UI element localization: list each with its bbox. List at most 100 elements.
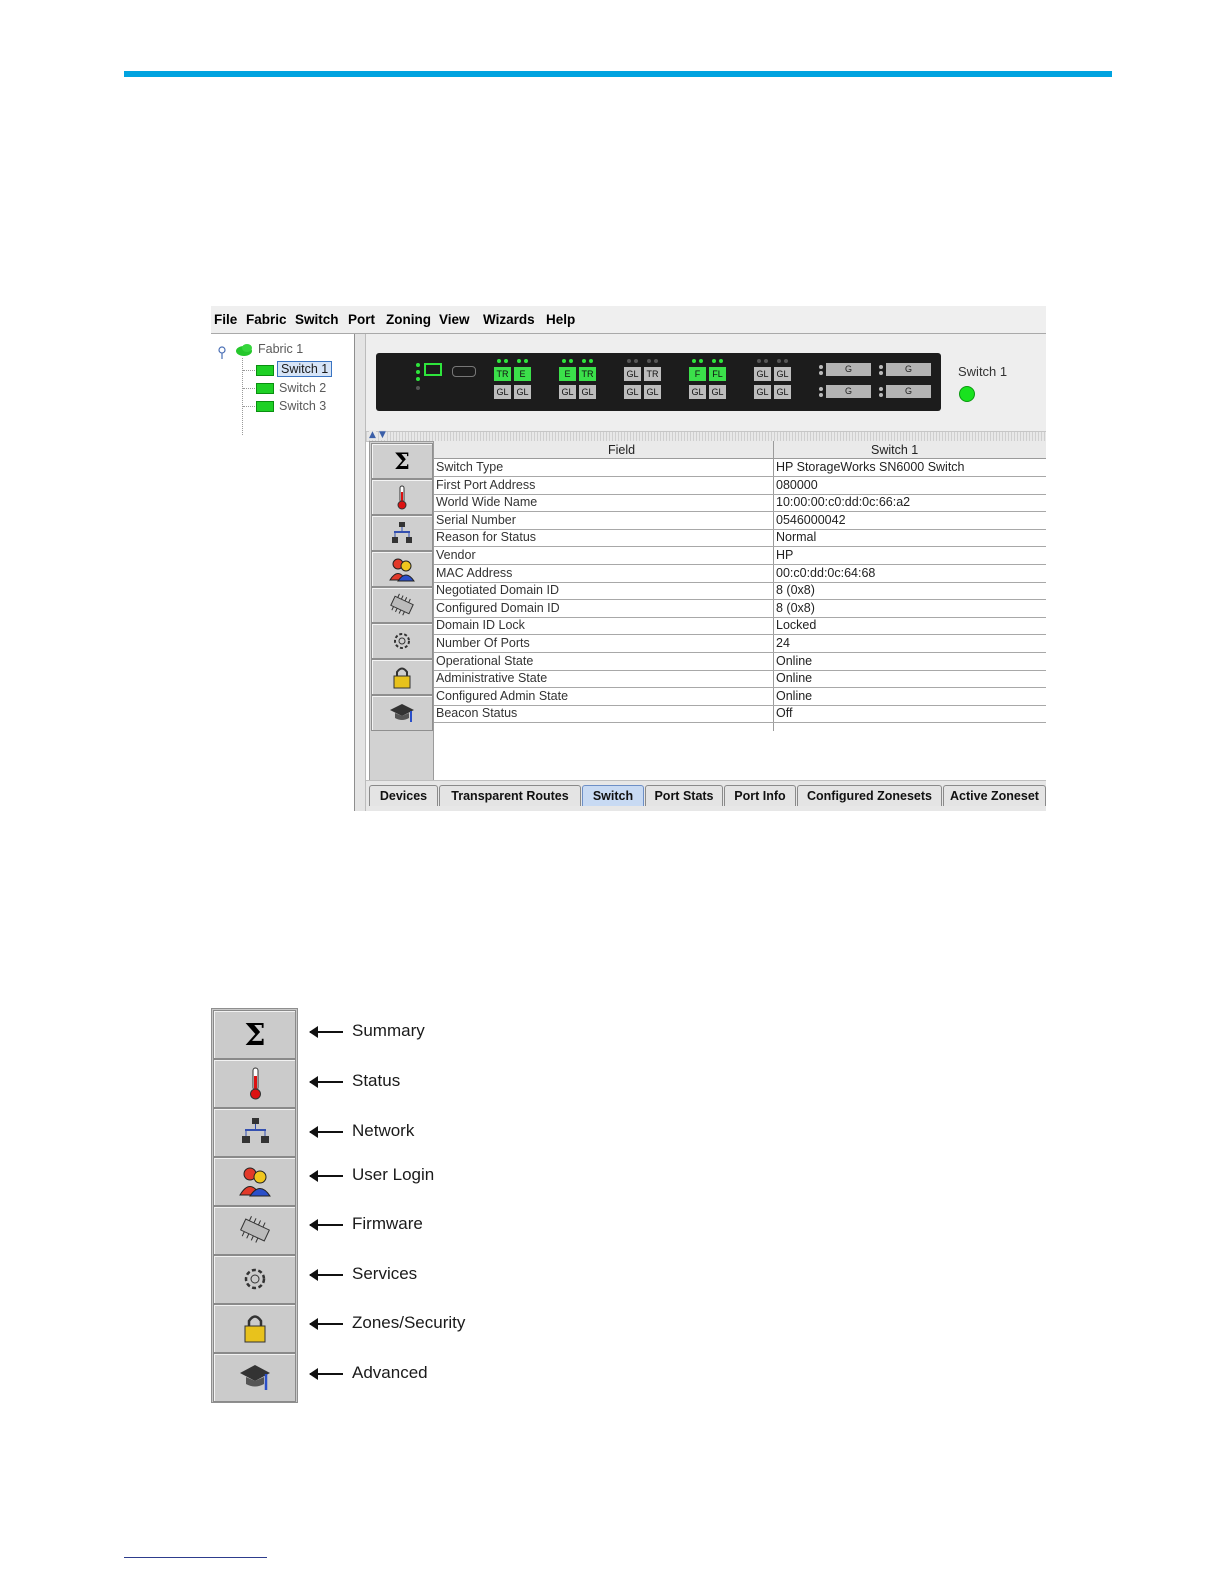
field-value-cell: 8 (0x8) [776,583,815,598]
app-window: File Fabric Switch Port Zoning View Wiza… [211,306,1046,811]
table-row[interactable]: Reason for Status Normal [434,529,1046,548]
collapse-up-icon[interactable]: ▲ [369,430,376,440]
view-icon-column: Σ [369,441,434,782]
ethernet-port[interactable] [424,363,442,376]
field-name-cell: Domain ID Lock [436,618,525,633]
sfp-port[interactable]: G [886,385,931,398]
services-button[interactable] [371,623,433,659]
field-value-cell: 10:00:00:c0:dd:0c:66:a2 [776,495,911,510]
port[interactable]: GL [774,385,791,399]
legend-label: Zones/Security [352,1313,466,1332]
column-header-field[interactable]: Field [608,443,635,457]
table-row[interactable]: Serial Number 0546000042 [434,512,1046,530]
network-button[interactable] [371,515,433,551]
field-value-cell: HP StorageWorks SN6000 Switch [776,460,965,474]
advanced-button[interactable] [371,695,433,731]
svg-text:Σ: Σ [244,1018,265,1051]
pane-divider[interactable] [355,334,366,811]
port[interactable]: E [514,367,531,381]
port[interactable]: GL [494,385,511,399]
tab-transparent-routes[interactable]: Transparent Routes [439,785,581,806]
sfp-port[interactable]: G [826,363,871,376]
menu-port[interactable]: Port [348,312,375,327]
footer-rule [124,1557,267,1558]
port[interactable]: GL [754,385,771,399]
table-row[interactable]: Operational State Online [434,653,1046,671]
port[interactable]: GL [624,367,641,381]
serial-port[interactable] [452,366,476,377]
svg-text:Σ: Σ [394,449,410,474]
port[interactable]: GL [559,385,576,399]
tree-switch-1[interactable]: Switch 1 [277,361,333,377]
tree-switch-2[interactable]: Switch 2 [279,381,326,395]
table-row[interactable]: Beacon Status Off [434,705,1046,724]
port[interactable]: GL [709,385,726,399]
tab-port-info[interactable]: Port Info [724,785,796,806]
menu-help[interactable]: Help [546,312,575,327]
tree-switch-3[interactable]: Switch 3 [279,399,326,413]
zones-security-button[interactable] [371,659,433,695]
firmware-button[interactable] [371,587,433,623]
port[interactable]: GL [754,367,771,381]
port[interactable]: GL [774,367,791,381]
switch-icon [256,383,274,394]
tab-configured-zonesets[interactable]: Configured Zonesets [797,785,942,806]
table-row[interactable]: Vendor HP [434,547,1046,565]
table-row[interactable]: Domain ID Lock Locked [434,617,1046,636]
status-button[interactable] [371,479,433,515]
port[interactable]: TR [494,367,511,381]
table-row[interactable]: Configured Admin State Online [434,688,1046,706]
port[interactable]: GL [644,385,661,399]
menu-zoning[interactable]: Zoning [386,312,431,327]
tree-handle-icon[interactable] [217,346,227,360]
summary-button[interactable]: Σ [371,443,433,479]
field-value-cell: 00:c0:dd:0c:64:68 [776,565,876,580]
menu-wizards[interactable]: Wizards [483,312,535,327]
switch-icon [256,365,274,376]
table-row[interactable]: World Wide Name 10:00:00:c0:dd:0c:66:a2 [434,494,1046,513]
port[interactable]: E [559,367,576,381]
collapse-down-icon[interactable]: ▼ [379,430,386,440]
menu-file[interactable]: File [214,312,237,327]
port[interactable]: TR [579,367,596,381]
table-row[interactable]: Administrative State Online [434,670,1046,689]
field-name-cell: Number Of Ports [436,636,530,650]
tab-port-stats[interactable]: Port Stats [645,785,723,806]
table-row[interactable]: Switch Type HP StorageWorks SN6000 Switch [434,459,1046,477]
port[interactable]: TR [644,367,661,381]
tab-devices[interactable]: Devices [369,785,438,806]
tab-switch[interactable]: Switch [582,785,644,806]
port[interactable]: GL [689,385,706,399]
field-value-cell: Online [776,688,813,703]
port[interactable]: GL [624,385,641,399]
menu-switch[interactable]: Switch [295,312,339,327]
table-row[interactable]: Configured Domain ID 8 (0x8) [434,600,1046,618]
graduation-cap-icon [390,704,414,722]
switch-icon [256,401,274,412]
tree-fabric-label[interactable]: Fabric 1 [258,342,303,356]
arrow-left-icon [309,1219,343,1231]
switch-faceplate: TR E GL GL E TR GL GL GL TR GL GL F FL G… [376,353,941,411]
arrow-left-icon [309,1368,343,1380]
legend-network-button [213,1108,296,1157]
port[interactable]: GL [514,385,531,399]
column-header-switch[interactable]: Switch 1 [871,443,918,457]
table-header: Field Switch 1 [434,441,1046,459]
port[interactable]: GL [579,385,596,399]
tab-active-zoneset[interactable]: Active Zoneset [943,785,1046,806]
sfp-port[interactable]: G [826,385,871,398]
menu-fabric[interactable]: Fabric [246,312,287,327]
port[interactable]: FL [709,367,726,381]
user-login-button[interactable] [371,551,433,587]
table-row[interactable]: Number Of Ports 24 [434,635,1046,653]
legend-zones-security-button [213,1304,296,1353]
field-value-cell: HP [776,548,794,562]
sfp-port[interactable]: G [886,363,931,376]
table-row[interactable]: First Port Address 080000 [434,477,1046,495]
arrow-left-icon [309,1076,343,1088]
menu-view[interactable]: View [439,312,470,327]
table-row[interactable]: Negotiated Domain ID 8 (0x8) [434,582,1046,601]
table-row[interactable]: MAC Address 00:c0:dd:0c:64:68 [434,565,1046,583]
field-name-cell: Operational State [436,653,534,668]
port[interactable]: F [689,367,706,381]
